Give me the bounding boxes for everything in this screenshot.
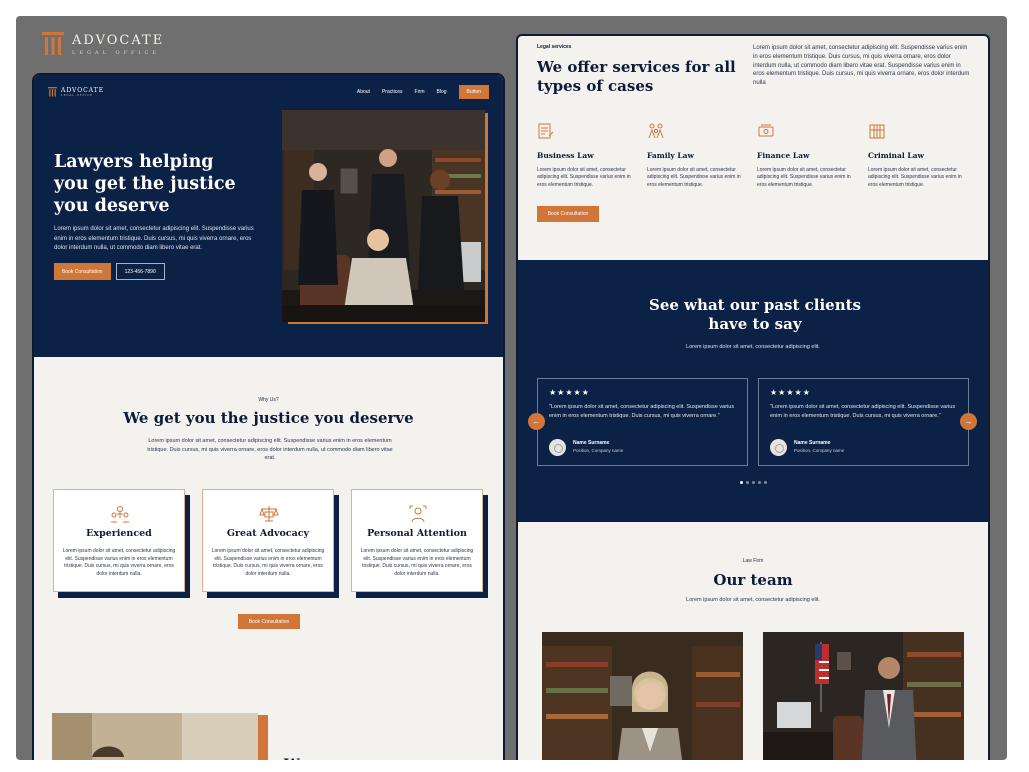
nav-logo-sub: LEGAL OFFICE [61,94,93,97]
hero-section: ADVOCATE LEGAL OFFICE About Practices Fi… [34,75,503,357]
hero-description: Lorem ipsum dolor sit amet, consectetur … [54,226,254,251]
services-page-preview: Legal services We offer services for all… [516,34,990,760]
feature-card: Experienced Lorem ipsum dolor sit amet, … [53,489,185,592]
book-consultation-button[interactable]: Book Consultation [238,614,300,629]
service-text: Lorem ipsum dolor sit amet, consectetur … [868,167,962,188]
section-heading-partial: We [284,757,494,760]
section-description: Lorem ipsum dolor sit amet, consectetur … [753,45,970,87]
money-icon [758,124,774,137]
nav-link-firm[interactable]: Firm [415,89,425,95]
carousel-dot[interactable] [751,481,755,484]
testimonials-subtitle: Lorem ipsum dolor sit amet, consectetur … [686,344,820,350]
client-name: Name Surname [573,440,610,446]
homepage-preview: ADVOCATE LEGAL OFFICE About Practices Fi… [32,73,505,760]
carousel-dots [518,481,988,484]
testimonial-card: ★★★★★ "Lorem ipsum dolor sit amet, conse… [537,378,748,466]
client-name: Name Surname [794,440,831,446]
nav-logo[interactable]: ADVOCATE LEGAL OFFICE [48,86,104,98]
service-item[interactable]: Family Law Lorem ipsum dolor sit amet, c… [647,122,751,189]
jail-icon [869,124,885,139]
family-icon [648,123,664,139]
hero-title: Lawyers helping you get the justice you … [54,152,236,216]
nav-logo-name: ADVOCATE [61,87,105,94]
arrow-left-icon[interactable]: ← [528,413,545,430]
testimonial-card: ★★★★★ "Lorem ipsum dolor sit amet, conse… [758,378,969,466]
brand-name: ADVOCATE [72,32,165,48]
feature-card: Personal Attention Lorem ipsum dolor sit… [351,489,483,592]
team-icon [111,506,129,523]
service-title: Business Law [537,151,594,160]
card-title: Personal Attention [367,528,467,539]
book-consultation-button[interactable]: Book Consultation [537,206,599,222]
showcase-frame: ADVOCATE LEGAL OFFICE ADVOCATE LEGAL OFF… [16,16,1007,760]
service-text: Lorem ipsum dolor sit amet, consectetur … [757,167,851,188]
phone-button[interactable]: 123-456-7890 [115,263,165,280]
nav-link-about[interactable]: About [357,89,370,95]
brand-logo: ADVOCATE LEGAL OFFICE [42,30,164,58]
star-rating: ★★★★★ [549,388,590,397]
pillar-icon [42,32,64,55]
card-text: Lorem ipsum dolor sit amet, consectetur … [62,548,176,577]
card-title: Great Advocacy [226,528,310,539]
service-item[interactable]: Criminal Law Lorem ipsum dolor sit amet,… [868,122,972,189]
brand-tagline: LEGAL OFFICE [72,49,160,56]
carousel-dot[interactable] [763,481,767,484]
service-item[interactable]: Finance Law Lorem ipsum dolor sit amet, … [757,122,861,189]
section-label: Why Us? [258,397,279,403]
testimonials-title: See what our past clients have to say [648,296,862,333]
client-position: Position, Company name [794,448,845,453]
section-title: We get you the justice you deserve [123,409,414,427]
nav-button[interactable]: Button [458,85,489,99]
client-position: Position, Company name [573,448,624,453]
top-nav: ADVOCATE LEGAL OFFICE About Practices Fi… [48,81,489,103]
card-text: Lorem ipsum dolor sit amet, consectetur … [211,548,325,577]
nav-link-blog[interactable]: Blog [437,89,447,95]
service-title: Family Law [647,151,694,160]
star-rating: ★★★★★ [770,388,811,397]
section-title: Our team [713,571,793,589]
section-description: Lorem ipsum dolor sit amet, consectetur … [147,438,393,461]
service-text: Lorem ipsum dolor sit amet, consectetur … [647,167,741,188]
scales-icon [259,506,279,522]
service-text: Lorem ipsum dolor sit amet, consectetur … [537,167,631,188]
card-title: Experienced [86,528,152,539]
testimonial-quote: "Lorem ipsum dolor sit amet, consectetur… [549,404,735,419]
person-icon [409,505,427,523]
document-icon [538,123,554,139]
testimonial-quote: "Lorem ipsum dolor sit amet, consectetur… [770,404,956,419]
team-member-photo [763,632,964,760]
section-title: We offer services for all types of cases [537,58,736,95]
book-consultation-button[interactable]: Book Consultation [54,263,111,280]
service-item[interactable]: Business Law Lorem ipsum dolor sit amet,… [537,122,641,189]
section-label: Law Firm [742,558,764,564]
carousel-dot[interactable] [757,481,761,484]
lawyer-photo [52,713,258,760]
team-member-photo [542,632,743,760]
service-title: Criminal Law [868,151,924,160]
arrow-right-icon[interactable]: → [960,413,977,430]
testimonials-section: See what our past clients have to say Lo… [518,260,988,522]
feature-card: Great Advocacy Lorem ipsum dolor sit ame… [202,489,334,592]
avatar [770,439,787,456]
avatar [549,439,566,456]
section-subtitle: Lorem ipsum dolor sit amet, consectetur … [686,597,820,603]
section-label: Legal services [537,44,572,50]
nav-link-practices[interactable]: Practices [382,89,403,95]
pillar-icon [48,87,57,97]
carousel-dot[interactable] [745,481,749,484]
lawyers-group-photo [282,110,485,322]
card-text: Lorem ipsum dolor sit amet, consectetur … [360,548,474,577]
carousel-dot[interactable] [739,481,743,484]
service-title: Finance Law [757,151,810,160]
